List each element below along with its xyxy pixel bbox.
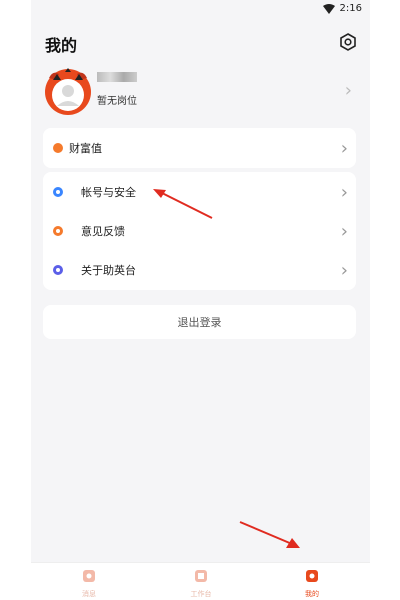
tab-label: 消息	[82, 590, 96, 598]
page-header: 我的	[31, 28, 370, 60]
tab-profile[interactable]: 我的	[282, 565, 342, 600]
chevron-right-icon: ›	[340, 220, 348, 242]
chevron-right-icon: ›	[340, 259, 348, 281]
menu-item-about[interactable]: 关于助英台 ›	[43, 250, 356, 290]
user-position: 暂无岗位	[97, 96, 137, 107]
tab-workbench[interactable]: 工作台	[171, 565, 231, 600]
annotation-arrow-lower	[239, 521, 300, 548]
chevron-right-icon: ›	[340, 181, 348, 203]
tab-label: 工作台	[190, 590, 212, 598]
profile-icon	[306, 570, 318, 582]
shield-dot-icon	[53, 187, 63, 197]
page-title: 我的	[45, 36, 78, 55]
status-indicators: 2:16	[322, 3, 362, 14]
tab-messages[interactable]: 消息	[59, 565, 119, 600]
workbench-icon	[195, 570, 207, 582]
menu-item-label: 意见反馈	[81, 225, 125, 238]
logout-button[interactable]: 退出登录	[43, 305, 356, 339]
menu-item-label: 帐号与安全	[81, 186, 136, 199]
wealth-label: 财富值	[69, 142, 102, 155]
user-name-redacted	[97, 72, 137, 82]
wealth-dot-icon	[53, 143, 63, 153]
wealth-row[interactable]: 财富值 ›	[43, 128, 356, 168]
message-icon	[83, 570, 95, 582]
bottom-tab-bar: 消息 工作台 我的	[31, 562, 370, 600]
status-bar: 2:16	[31, 0, 370, 20]
wealth-card[interactable]: 财富值 ›	[43, 128, 356, 168]
wifi-icon	[322, 3, 335, 14]
status-time: 2:16	[339, 3, 362, 14]
annotation-arrow-upper	[153, 189, 213, 219]
avatar[interactable]	[43, 66, 93, 116]
info-dot-icon	[53, 265, 63, 275]
menu-item-label: 关于助英台	[81, 264, 136, 277]
settings-icon[interactable]	[338, 32, 358, 52]
logout-label: 退出登录	[177, 316, 222, 329]
feedback-dot-icon	[53, 226, 63, 236]
phone-screen: 2:16 我的 暂无岗位 › 财富值 › 帐号与安全 › 意见反馈 › 关于助英…	[31, 0, 370, 600]
profile-card[interactable]: 暂无岗位 ›	[43, 66, 356, 118]
chevron-right-icon: ›	[340, 137, 348, 159]
tab-label: 我的	[305, 590, 319, 598]
chevron-right-icon: ›	[344, 80, 352, 101]
